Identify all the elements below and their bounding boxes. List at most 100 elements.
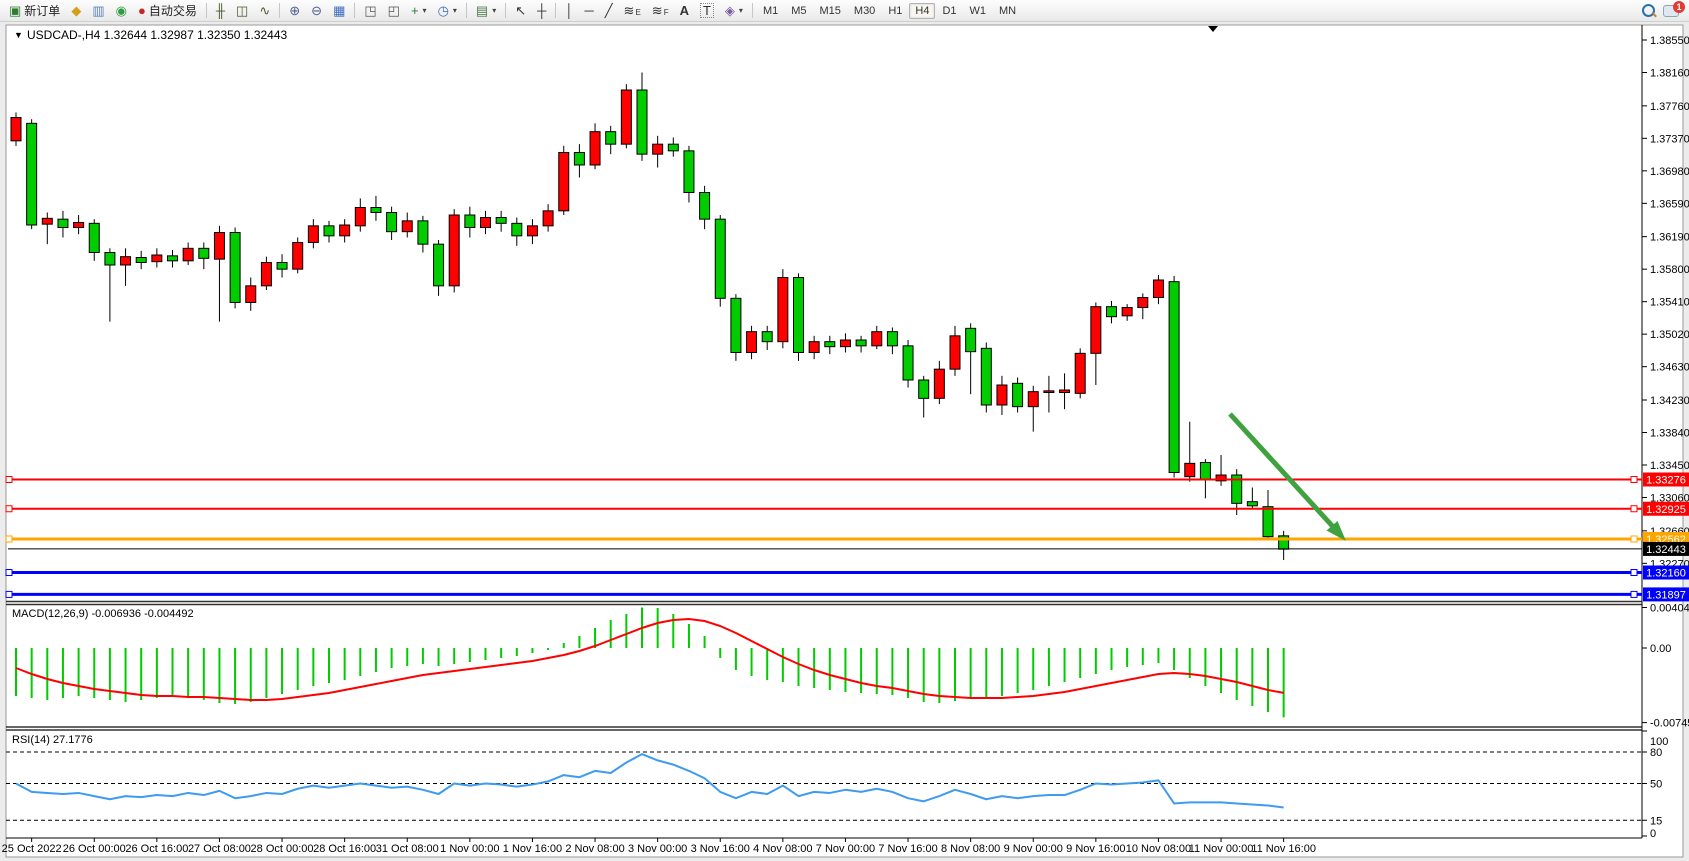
toolbar-separator <box>279 3 280 18</box>
line-handle[interactable] <box>1631 591 1637 597</box>
new-chart-button[interactable]: +▾ <box>406 2 432 19</box>
line-handle[interactable] <box>6 570 12 576</box>
timeframe-m5-button[interactable]: M5 <box>785 3 812 19</box>
candle-body <box>1075 353 1085 393</box>
chart-window-frame <box>6 25 1683 857</box>
signal-icon: ◉ <box>116 4 127 17</box>
chart-canvas[interactable]: 1.385501.381601.377601.373701.369801.365… <box>0 0 1689 861</box>
template-icon: ▤ <box>476 4 488 17</box>
line-chart-button[interactable]: ∿ <box>254 2 275 19</box>
template-dropdown[interactable]: ▤▾ <box>471 2 501 19</box>
candle-body <box>934 369 944 398</box>
macd-indicator-label: MACD(12,26,9) -0.006936 -0.004492 <box>12 608 194 620</box>
chart-window-button[interactable]: ▥ <box>87 2 109 19</box>
timeframe-m30-button[interactable]: M30 <box>848 3 881 19</box>
chart-window-icon: ▥ <box>92 4 104 17</box>
trendline-button[interactable]: ╱ <box>600 2 618 19</box>
candle-body <box>653 144 663 154</box>
fibo-retracement-button[interactable]: ≋F <box>647 2 674 19</box>
time-tick-label: 26 Oct 16:00 <box>125 843 188 855</box>
candle-body <box>11 118 21 141</box>
crosshair-button[interactable]: ┼ <box>532 2 551 19</box>
gold-pencil-button[interactable]: ◆ <box>66 2 86 19</box>
vline-button[interactable]: │ <box>560 2 578 19</box>
vertical-line-icon: │ <box>565 4 573 17</box>
line-handle[interactable] <box>6 477 12 483</box>
candle-chart-button[interactable]: ◫ <box>231 2 253 19</box>
candle-body <box>355 208 365 226</box>
line-handle[interactable] <box>6 506 12 512</box>
candle-body <box>1122 308 1132 316</box>
line-handle[interactable] <box>1631 477 1637 483</box>
toolbar-separator <box>354 3 355 18</box>
text-button[interactable]: A <box>675 2 694 19</box>
price-label: 1.31897 <box>1646 589 1686 601</box>
candle-body <box>919 380 929 398</box>
cursor-button[interactable]: ↖ <box>510 2 531 19</box>
line-handle[interactable] <box>1631 536 1637 542</box>
clock-icon: ◷ <box>438 4 449 17</box>
search-icon[interactable] <box>1642 4 1655 17</box>
price-tick-label: 1.33450 <box>1650 460 1689 472</box>
candle-body <box>402 221 412 232</box>
candle-body <box>199 248 209 258</box>
timeframe-h1-button[interactable]: H1 <box>882 3 908 19</box>
timeframe-mn-button[interactable]: MN <box>993 3 1022 19</box>
cursor-icon: ↖ <box>515 4 526 17</box>
toolbar-separator <box>206 3 207 18</box>
candle-body <box>574 153 584 166</box>
timeframe-d1-button[interactable]: D1 <box>936 3 962 19</box>
zoom-out-button[interactable]: ⊖ <box>306 2 327 19</box>
time-tick-label: 3 Nov 00:00 <box>628 843 687 855</box>
timeframe-m15-button[interactable]: M15 <box>814 3 847 19</box>
time-tick-label: 2 Nov 08:00 <box>565 843 624 855</box>
candle-body <box>1263 507 1273 537</box>
cascade-button[interactable]: ◰ <box>383 2 405 19</box>
shapes-dropdown[interactable]: ◈▾ <box>720 2 748 19</box>
candle-body <box>966 328 976 351</box>
candle-body <box>105 253 115 266</box>
line-handle[interactable] <box>1631 506 1637 512</box>
bar-chart-button[interactable]: ╫ <box>211 2 230 19</box>
candle-body <box>1013 383 1023 406</box>
line-handle[interactable] <box>6 591 12 597</box>
candle-body <box>747 332 757 353</box>
zoom-in-button[interactable]: ⊕ <box>284 2 305 19</box>
period-button[interactable]: ◷▾ <box>433 2 462 19</box>
signal-button[interactable]: ◉ <box>111 2 132 19</box>
candle-body <box>261 263 271 286</box>
candle-body <box>496 218 506 224</box>
mt4-terminal-window: ▣新订单◆▥◉●自动交易╫◫∿⊕⊖▦◳◰+▾◷▾▤▾↖┼│─╱≋E≋FAT◈▾M… <box>0 0 1689 861</box>
price-tick-label: 1.35800 <box>1650 264 1689 276</box>
main-toolbar: ▣新订单◆▥◉●自动交易╫◫∿⊕⊖▦◳◰+▾◷▾▤▾↖┼│─╱≋E≋FAT◈▾M… <box>0 0 1689 22</box>
rsi-tick-label: 15 <box>1650 815 1662 827</box>
time-tick-label: 1 Nov 00:00 <box>440 843 499 855</box>
notifications-icon[interactable]: 1 <box>1663 5 1679 17</box>
time-tick-label: 26 Oct 00:00 <box>63 843 126 855</box>
candle-body <box>340 225 350 236</box>
tile-windows-button[interactable]: ▦ <box>328 2 350 19</box>
timeframe-m1-button[interactable]: M1 <box>757 3 784 19</box>
candle-body <box>762 332 772 342</box>
candle-body <box>465 215 475 228</box>
auto-arrange-button[interactable]: ◳ <box>359 2 381 19</box>
candle-body <box>527 226 537 236</box>
line-handle[interactable] <box>6 536 12 542</box>
candle-body <box>152 255 162 262</box>
candle-body <box>731 298 741 352</box>
hline-button[interactable]: ─ <box>579 2 598 19</box>
fibo-expansion-button[interactable]: ≋E <box>619 2 646 19</box>
bar-chart-icon: ╫ <box>216 4 225 17</box>
candle-body <box>293 243 303 270</box>
new-order-button[interactable]: ▣新订单 <box>4 0 65 21</box>
text-label-button[interactable]: T <box>695 1 719 20</box>
autotrade-button[interactable]: ●自动交易 <box>133 0 202 21</box>
candle-body <box>1169 282 1179 473</box>
timeframe-w1-button[interactable]: W1 <box>964 3 993 19</box>
candle-body <box>700 193 710 220</box>
chevron-down-icon: ▾ <box>492 6 496 15</box>
price-label: 1.32925 <box>1646 504 1686 516</box>
candle-body <box>168 256 178 261</box>
line-handle[interactable] <box>1631 570 1637 576</box>
timeframe-h4-button[interactable]: H4 <box>909 3 935 19</box>
